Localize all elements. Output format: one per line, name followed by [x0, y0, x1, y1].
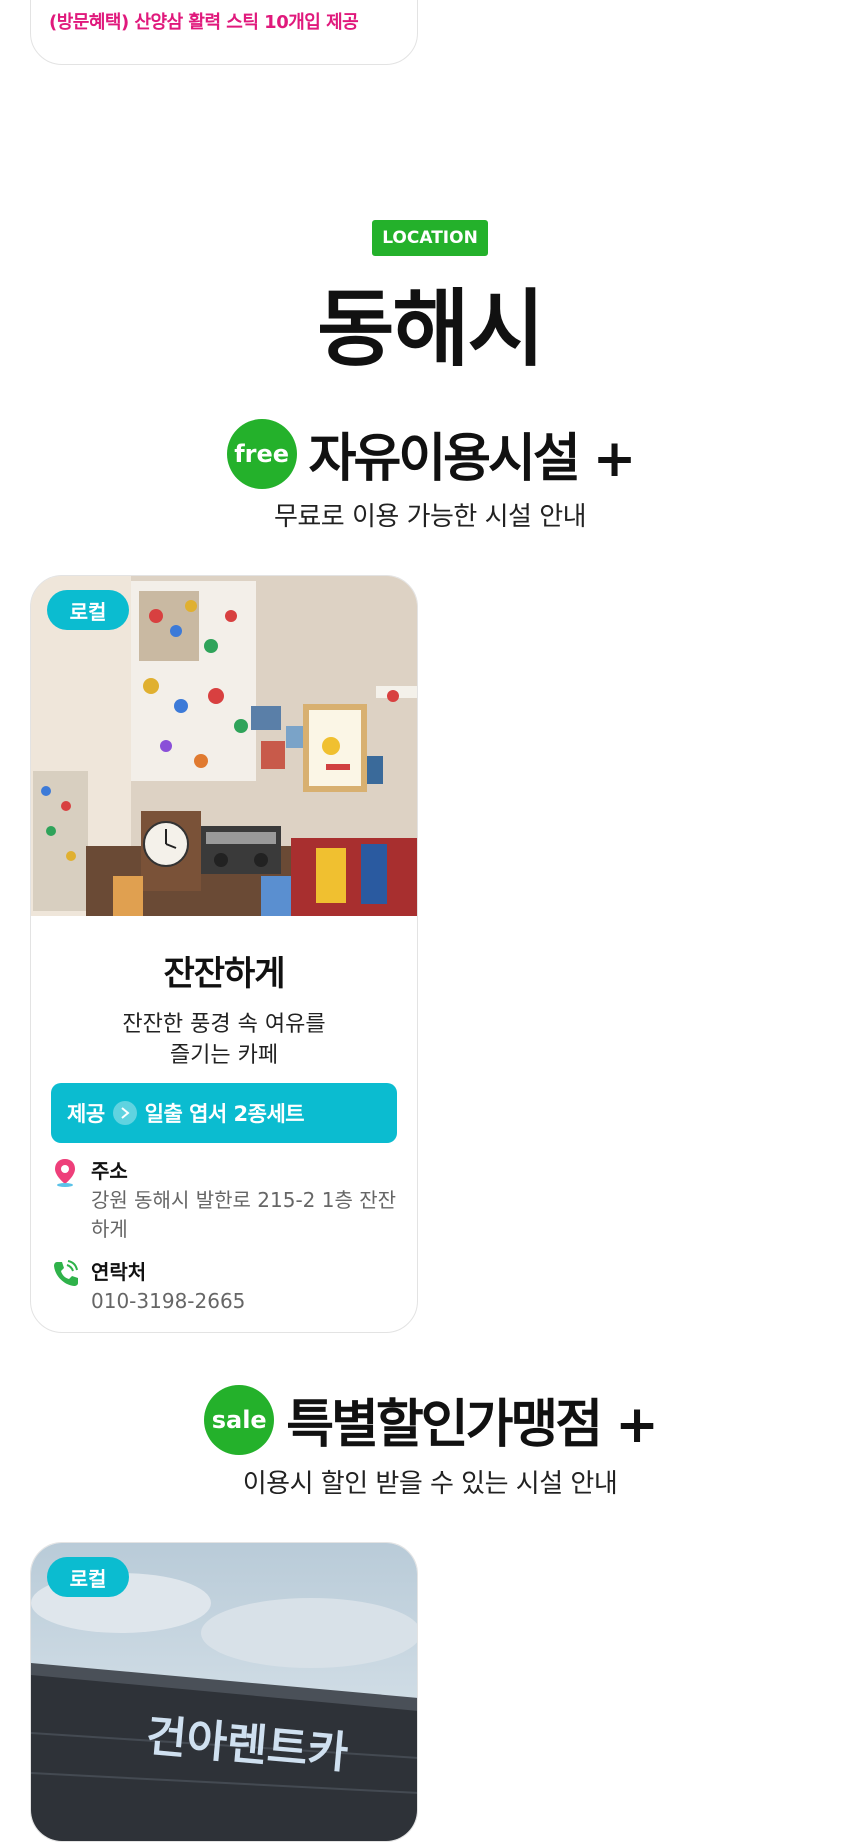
previous-place-card[interactable]: (방문혜택) 산양삼 활력 스틱 10개입 제공 — [30, 0, 418, 65]
local-tag: 로컬 — [47, 1557, 129, 1597]
free-section-header: free 자유이용시설 + — [0, 416, 860, 491]
contact-value[interactable]: 010-3198-2665 — [91, 1287, 397, 1316]
provide-benefit-bar[interactable]: 제공 일출 엽서 2종세트 — [51, 1083, 397, 1143]
address-label: 주소 — [91, 1159, 128, 1183]
free-section-subtitle: 무료로 이용 가능한 시설 안내 — [273, 502, 587, 532]
place-description: 잔잔한 풍경 속 여유를 즐기는 카페 — [122, 1012, 326, 1068]
sale-badge: sale — [204, 1384, 275, 1455]
location-pin-icon — [51, 1157, 79, 1187]
place-card-jaanjaanhage[interactable]: 로컬 잔잔하게 잔잔한 풍경 속 여유를 즐기는 카페 제공 일출 엽서 2종세… — [30, 575, 418, 1333]
contact-label: 연락처 — [91, 1260, 147, 1284]
free-section-title[interactable]: 자유이용시설 + — [309, 416, 637, 491]
address-value: 강원 동해시 발한로 215-2 1층 잔잔하게 — [91, 1188, 397, 1241]
place-photo: 로컬 — [31, 576, 417, 916]
address-row: 주소 강원 동해시 발한로 215-2 1층 잔잔하게 — [51, 1155, 397, 1244]
place-name: 잔잔하게 — [163, 954, 285, 994]
location-badge: LOCATION — [372, 220, 488, 256]
phone-icon — [51, 1258, 79, 1288]
sale-section-title[interactable]: 특별할인가맹점 + — [286, 1382, 659, 1457]
provide-label: 제공 — [67, 1102, 105, 1126]
contact-row: 연락처 010-3198-2665 — [51, 1256, 397, 1316]
local-tag: 로컬 — [47, 590, 129, 630]
sale-section-header: sale 특별할인가맹점 + — [0, 1382, 860, 1457]
free-badge: free — [226, 418, 297, 489]
sale-section-subtitle: 이용시 할인 받을 수 있는 시설 안내 — [242, 1469, 618, 1499]
place-card-gunarentcar[interactable]: 건아렌트카 로컬 — [30, 1542, 418, 1842]
provide-item: 일출 엽서 2종세트 — [144, 1102, 305, 1126]
place-photo: 건아렌트카 로컬 — [31, 1543, 417, 1841]
visit-benefit-text: (방문혜택) 산양삼 활력 스틱 10개입 제공 — [49, 12, 359, 33]
city-title: 동해시 — [317, 280, 545, 378]
chevron-right-icon — [112, 1101, 137, 1125]
